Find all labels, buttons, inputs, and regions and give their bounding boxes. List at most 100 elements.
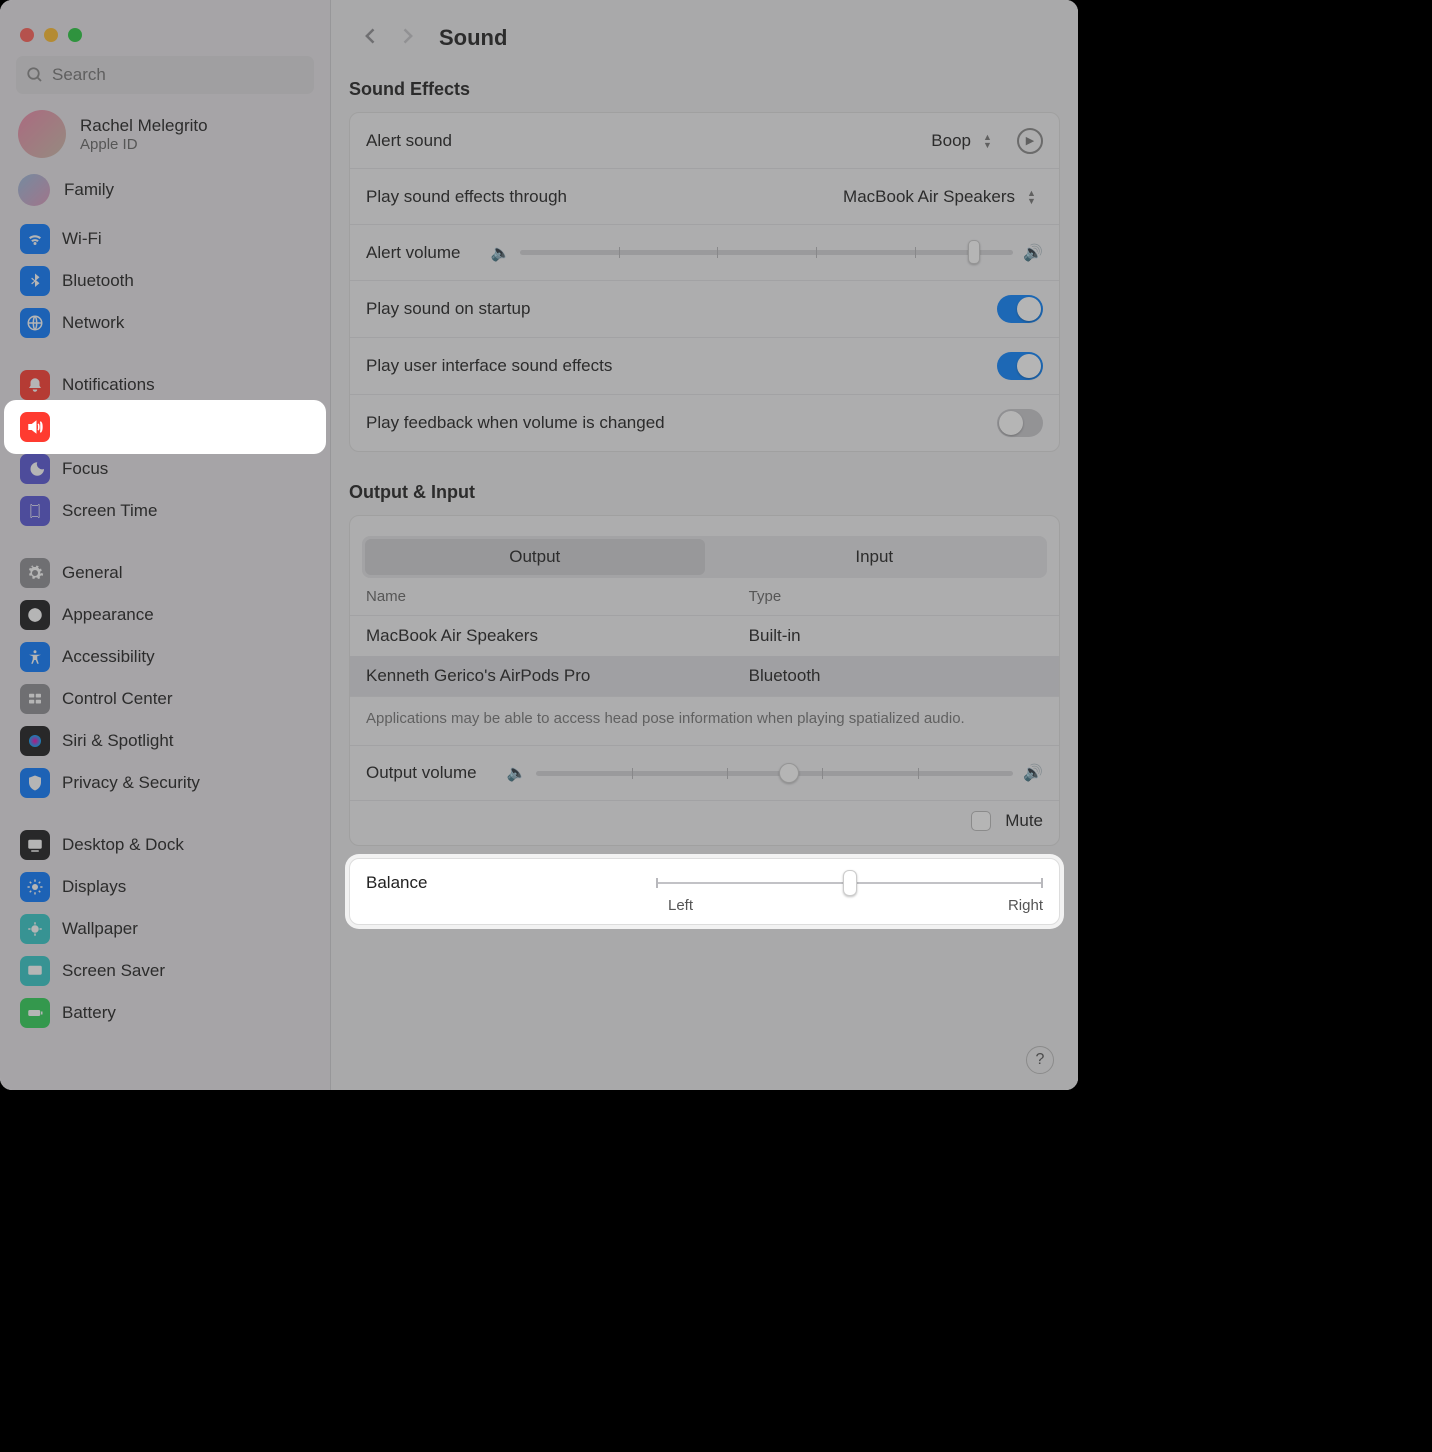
ui-effects-toggle[interactable] (997, 352, 1043, 380)
accessibility-icon (20, 642, 50, 672)
ui-effects-label: Play user interface sound effects (366, 356, 612, 376)
sidebar-item-network[interactable]: Network (10, 302, 320, 344)
sidebar-item-privacy-security[interactable]: Privacy & Security (10, 762, 320, 804)
device-row[interactable]: MacBook Air SpeakersBuilt-in (350, 616, 1059, 656)
search-icon (26, 66, 44, 89)
sidebar-item-control-center[interactable]: Control Center (10, 678, 320, 720)
nav-forward-button[interactable] (397, 22, 417, 53)
mute-row: Mute (350, 801, 1059, 845)
sidebar-item-label: Battery (62, 1003, 116, 1023)
fullscreen-window-button[interactable] (68, 28, 82, 42)
section-output-input: Output & Input (349, 470, 1060, 509)
sidebar-item-label: Screen Time (62, 501, 157, 521)
family-label: Family (64, 180, 114, 200)
apple-id-row[interactable]: Rachel Melegrito Apple ID (0, 102, 330, 166)
notifications-icon (20, 370, 50, 400)
user-avatar (18, 110, 66, 158)
focus-icon (20, 454, 50, 484)
content-pane: Sound Sound Effects Alert sound Boop ▲▼ … (331, 0, 1078, 1090)
screen-time-icon (20, 496, 50, 526)
nav-back-button[interactable] (361, 22, 381, 53)
sidebar-item-label: Bluetooth (62, 271, 134, 291)
alert-sound-row[interactable]: Alert sound Boop ▲▼ ▶ (350, 113, 1059, 169)
effects-through-value: MacBook Air Speakers (843, 187, 1015, 207)
sidebar-item-label: Wallpaper (62, 919, 138, 939)
sidebar-item-siri-spotlight[interactable]: Siri & Spotlight (10, 720, 320, 762)
privacy-security-icon (20, 768, 50, 798)
mute-checkbox[interactable] (971, 811, 991, 831)
sidebar-item-desktop-dock[interactable]: Desktop & Dock (10, 824, 320, 866)
sidebar-item-accessibility[interactable]: Accessibility (10, 636, 320, 678)
updown-icon[interactable]: ▲▼ (1027, 188, 1043, 206)
device-name: MacBook Air Speakers (366, 626, 749, 646)
sidebar-item-screen-time[interactable]: Screen Time (10, 490, 320, 532)
wi-fi-icon (20, 224, 50, 254)
sidebar: Rachel Melegrito Apple ID Family Wi-Fi Bl… (0, 0, 331, 1090)
device-note: Applications may be able to access head … (350, 696, 1059, 745)
siri-spotlight-icon (20, 726, 50, 756)
sidebar-item-label: Network (62, 313, 124, 333)
speaker-high-icon: 🔊 (1023, 243, 1043, 263)
device-type: Built-in (749, 626, 1043, 646)
sidebar-item-label: Screen Saver (62, 961, 165, 981)
balance-slider[interactable] (656, 873, 1043, 893)
minimize-window-button[interactable] (44, 28, 58, 42)
sidebar-item-wallpaper[interactable]: Wallpaper (10, 908, 320, 950)
sidebar-item-label: Sound (62, 417, 111, 437)
window-controls (0, 14, 330, 52)
sidebar-item-label: General (62, 563, 122, 583)
play-startup-row: Play sound on startup (350, 281, 1059, 338)
feedback-row: Play feedback when volume is changed (350, 395, 1059, 451)
search-input[interactable] (16, 56, 314, 94)
family-row[interactable]: Family (0, 166, 330, 214)
user-name: Rachel Melegrito (80, 116, 208, 136)
sidebar-item-screen-saver[interactable]: Screen Saver (10, 950, 320, 992)
sidebar-item-label: Appearance (62, 605, 154, 625)
play-alert-button[interactable]: ▶ (1017, 128, 1043, 154)
screen-saver-icon (20, 956, 50, 986)
col-name-header: Name (366, 588, 749, 605)
speaker-low-icon: 🔈 (490, 243, 510, 263)
battery-icon (20, 998, 50, 1028)
sidebar-item-battery[interactable]: Battery (10, 992, 320, 1034)
device-type: Bluetooth (749, 666, 1043, 686)
sidebar-item-bluetooth[interactable]: Bluetooth (10, 260, 320, 302)
sidebar-item-wi-fi[interactable]: Wi-Fi (10, 218, 320, 260)
alert-volume-slider[interactable] (520, 250, 1013, 255)
bluetooth-icon (20, 266, 50, 296)
alert-volume-label: Alert volume (366, 243, 460, 263)
user-sub: Apple ID (80, 136, 208, 153)
effects-through-row[interactable]: Play sound effects through MacBook Air S… (350, 169, 1059, 225)
tab-output[interactable]: Output (365, 539, 705, 575)
ui-effects-row: Play user interface sound effects (350, 338, 1059, 395)
output-volume-row: Output volume 🔈 🔊 (350, 745, 1059, 801)
device-row[interactable]: Kenneth Gerico's AirPods ProBluetooth (350, 656, 1059, 696)
sidebar-item-general[interactable]: General (10, 552, 320, 594)
page-title: Sound (439, 25, 507, 51)
close-window-button[interactable] (20, 28, 34, 42)
sidebar-item-label: Siri & Spotlight (62, 731, 174, 751)
updown-icon[interactable]: ▲▼ (983, 132, 999, 150)
sidebar-item-appearance[interactable]: Appearance (10, 594, 320, 636)
sidebar-item-label: Displays (62, 877, 126, 897)
device-table-header: Name Type (350, 578, 1059, 616)
family-avatar (18, 174, 50, 206)
feedback-toggle[interactable] (997, 409, 1043, 437)
network-icon (20, 308, 50, 338)
section-sound-effects: Sound Effects (349, 67, 1060, 106)
output-volume-slider[interactable] (536, 771, 1013, 776)
sidebar-item-displays[interactable]: Displays (10, 866, 320, 908)
tab-input[interactable]: Input (705, 539, 1045, 575)
play-startup-toggle[interactable] (997, 295, 1043, 323)
mute-label: Mute (1005, 811, 1043, 831)
control-center-icon (20, 684, 50, 714)
alert-sound-value: Boop (931, 131, 971, 151)
balance-left-label: Left (668, 897, 693, 914)
sidebar-item-label: Desktop & Dock (62, 835, 184, 855)
help-button[interactable]: ? (1026, 1046, 1054, 1074)
sidebar-item-sound[interactable]: Sound (10, 406, 320, 448)
sidebar-item-focus[interactable]: Focus (10, 448, 320, 490)
sound-icon (20, 412, 50, 442)
sidebar-item-label: Privacy & Security (62, 773, 200, 793)
desktop-dock-icon (20, 830, 50, 860)
